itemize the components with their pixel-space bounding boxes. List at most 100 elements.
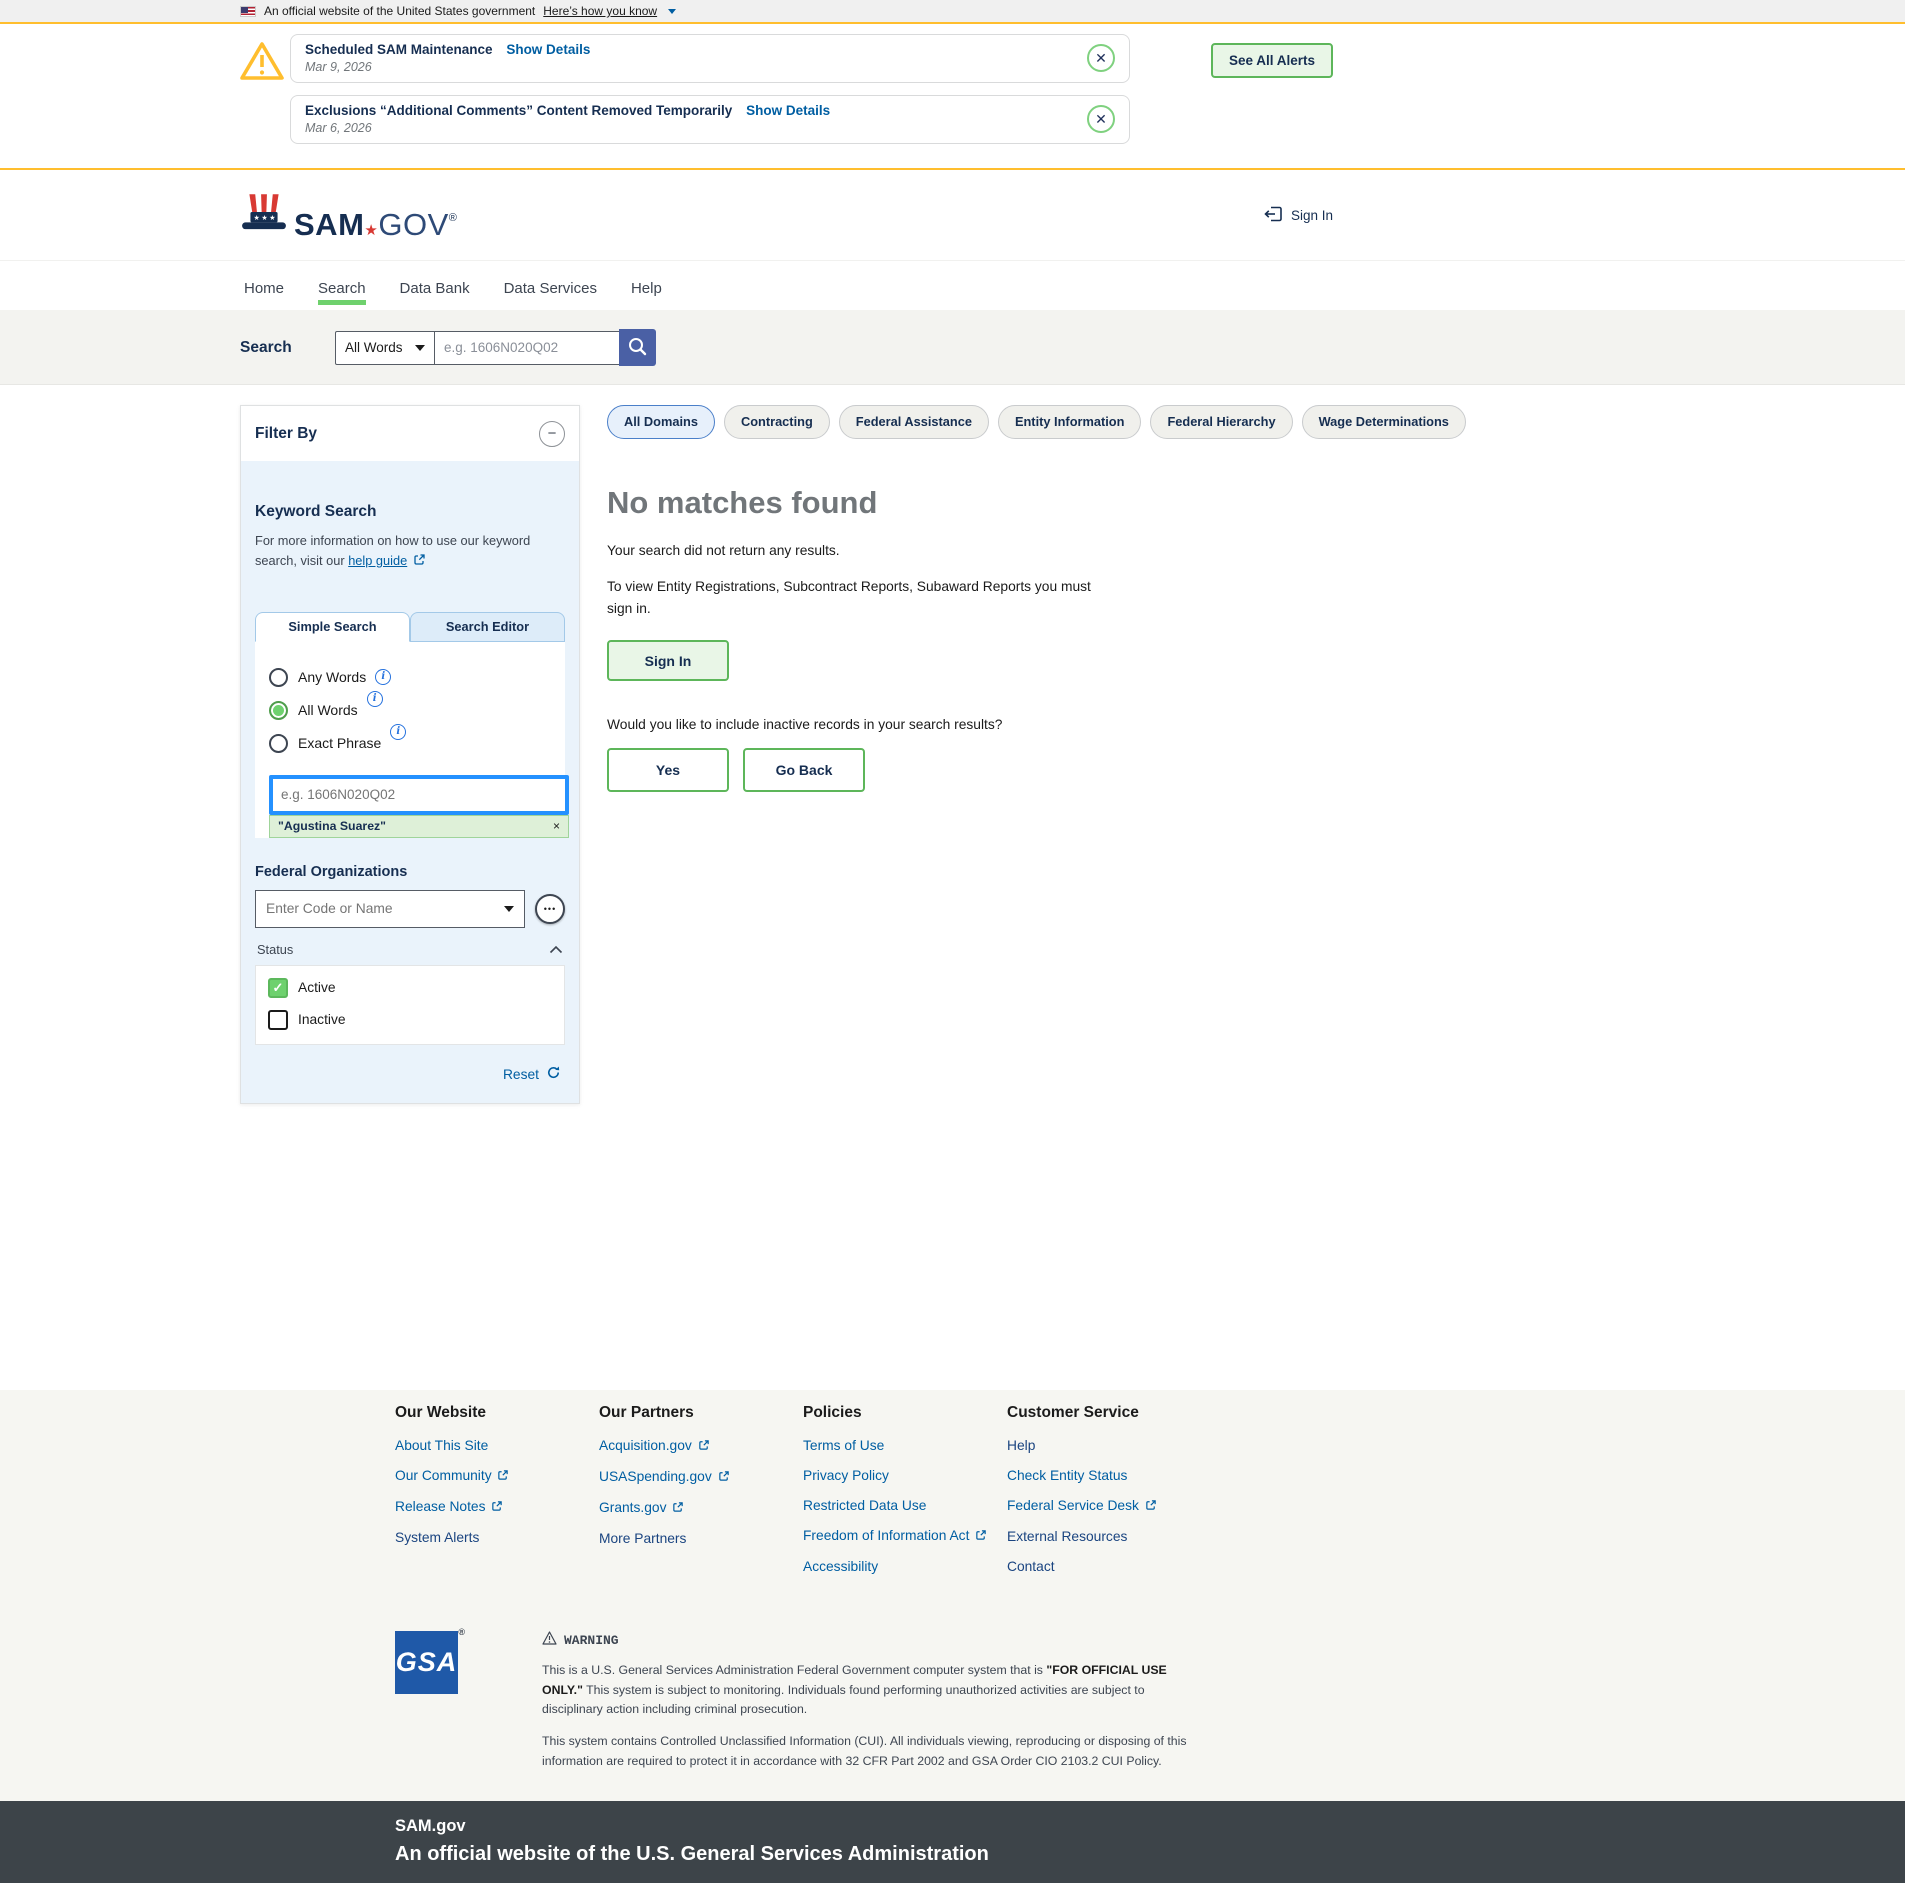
footer-link-system-alerts[interactable]: System Alerts [395,1530,599,1545]
footer-link-terms-of-use[interactable]: Terms of Use [803,1438,1007,1453]
footer-link-external-resources[interactable]: External Resources [1007,1529,1211,1544]
nav-item-home[interactable]: Home [240,266,288,307]
global-search-bar: Search All Words [0,310,1905,385]
status-heading: Status [257,942,293,957]
federal-organizations-select[interactable]: Enter Code or Name [255,890,525,928]
nav-item-data-services[interactable]: Data Services [500,266,601,307]
alert-date: Mar 9, 2026 [305,60,590,74]
footer-link-foia[interactable]: Freedom of Information Act [803,1528,1007,1544]
close-icon[interactable]: ✕ [1087,105,1115,133]
alert-item: Scheduled SAM Maintenance Show Details M… [290,34,1130,83]
gsa-logo: GSA ® [395,1631,458,1694]
alerts-bar: Scheduled SAM Maintenance Show Details M… [0,22,1905,170]
status-options-box: ✓ Active Inactive [255,965,565,1045]
external-link-icon [1145,1499,1157,1514]
collapse-filters-button[interactable]: − [539,421,565,447]
search-icon [627,336,648,360]
gov-banner: An official website of the United States… [0,0,1905,22]
footer-link-usaspending-gov[interactable]: USASpending.gov [599,1469,803,1485]
domain-tab-federal-assistance[interactable]: Federal Assistance [839,405,989,439]
sign-in-label: Sign In [1291,208,1333,223]
chevron-up-icon[interactable] [549,942,563,957]
external-link-icon [497,1469,509,1484]
domain-tab-wage-determinations[interactable]: Wage Determinations [1302,405,1466,439]
radio-circle-icon[interactable] [269,734,288,753]
nav-item-search[interactable]: Search [314,266,370,307]
footer-link-help[interactable]: Help [1007,1438,1211,1453]
footer-link-more-partners[interactable]: More Partners [599,1531,803,1546]
reset-filters-link[interactable]: Reset [503,1067,539,1082]
footer-link-check-entity-status[interactable]: Check Entity Status [1007,1468,1211,1483]
footer-link-our-community[interactable]: Our Community [395,1468,599,1484]
checkbox-active[interactable]: ✓ Active [268,978,552,998]
search-submit-button[interactable] [619,329,656,366]
domain-tab-federal-hierarchy[interactable]: Federal Hierarchy [1150,405,1292,439]
domain-tab-contracting[interactable]: Contracting [724,405,830,439]
see-all-alerts-button[interactable]: See All Alerts [1211,43,1333,78]
header-sign-in-link[interactable]: Sign In [1263,204,1333,227]
search-results: All Domains Contracting Federal Assistan… [607,405,1905,792]
federal-organizations-placeholder: Enter Code or Name [266,901,393,916]
more-options-ellipsis-button[interactable]: ••• [535,894,565,924]
chevron-down-icon [415,345,425,351]
search-mode-select[interactable]: All Words [335,331,435,365]
external-link-icon [975,1529,987,1544]
how-you-know-link[interactable]: Here’s how you know [543,4,657,18]
footer-col-heading: Customer Service [1007,1404,1211,1422]
help-guide-link[interactable]: help guide [348,553,407,568]
radio-exact-phrase[interactable]: Exact Phrase i [269,734,551,753]
federal-organizations-heading: Federal Organizations [255,864,565,880]
chevron-down-icon [668,9,676,14]
info-icon[interactable]: i [367,691,383,707]
gsa-logo-text: GSA [396,1647,458,1678]
show-details-link[interactable]: Show Details [506,42,590,57]
info-icon[interactable]: i [375,669,391,685]
search-bar-label: Search [240,339,335,357]
footer-link-federal-service-desk[interactable]: Federal Service Desk [1007,1498,1211,1514]
logo-sam-text: SAM [294,207,364,242]
radio-all-words[interactable]: All Words i [269,701,551,720]
checkbox-label: Inactive [298,1012,346,1027]
checkbox-icon[interactable] [268,1010,288,1030]
sign-in-required-message: To view Entity Registrations, Subcontrac… [607,576,1117,620]
checkbox-inactive[interactable]: Inactive [268,1010,552,1030]
footer-link-contact[interactable]: Contact [1007,1559,1211,1574]
domain-tab-all-domains[interactable]: All Domains [607,405,715,439]
chip-remove-icon[interactable]: × [553,819,560,833]
show-details-link[interactable]: Show Details [746,103,830,118]
radio-circle-icon[interactable] [269,701,288,720]
footer-link-acquisition-gov[interactable]: Acquisition.gov [599,1438,803,1454]
reset-refresh-icon[interactable] [546,1065,561,1085]
tab-simple-search[interactable]: Simple Search [255,612,410,642]
footer-link-grants-gov[interactable]: Grants.gov [599,1500,803,1516]
uncle-sam-hat-icon: ★ ★ ★ [240,192,288,239]
nav-item-data-bank[interactable]: Data Bank [396,266,474,307]
us-flag-icon [240,6,256,17]
go-back-button[interactable]: Go Back [743,748,865,792]
radio-circle-icon[interactable] [269,668,288,687]
login-icon [1263,204,1284,227]
tab-search-editor[interactable]: Search Editor [410,612,565,642]
site-header: ★ ★ ★ SAM★GOV® Sign In [0,170,1905,260]
filter-panel-title: Filter By [255,425,317,443]
svg-text:★: ★ [269,213,275,221]
close-icon[interactable]: ✕ [1087,44,1115,72]
yes-button[interactable]: Yes [607,748,729,792]
footer-link-accessibility[interactable]: Accessibility [803,1559,1007,1574]
global-search-input[interactable] [435,331,620,365]
checkbox-icon[interactable]: ✓ [268,978,288,998]
footer-link-privacy-policy[interactable]: Privacy Policy [803,1468,1007,1483]
logo-registered-mark: ® [449,212,458,224]
footer-col-heading: Our Partners [599,1404,803,1422]
keyword-search-input[interactable] [269,775,569,815]
domain-tab-entity-information[interactable]: Entity Information [998,405,1141,439]
nav-item-help[interactable]: Help [627,266,666,307]
info-icon[interactable]: i [390,724,406,740]
footer-link-about-this-site[interactable]: About This Site [395,1438,599,1453]
sam-gov-logo[interactable]: ★ ★ ★ SAM★GOV® [240,192,457,239]
footer-link-restricted-data-use[interactable]: Restricted Data Use [803,1498,1007,1513]
footer-link-release-notes[interactable]: Release Notes [395,1499,599,1515]
sign-in-button[interactable]: Sign In [607,640,729,681]
alert-title: Exclusions “Additional Comments” Content… [305,103,732,118]
radio-any-words[interactable]: Any Words i [269,668,551,687]
